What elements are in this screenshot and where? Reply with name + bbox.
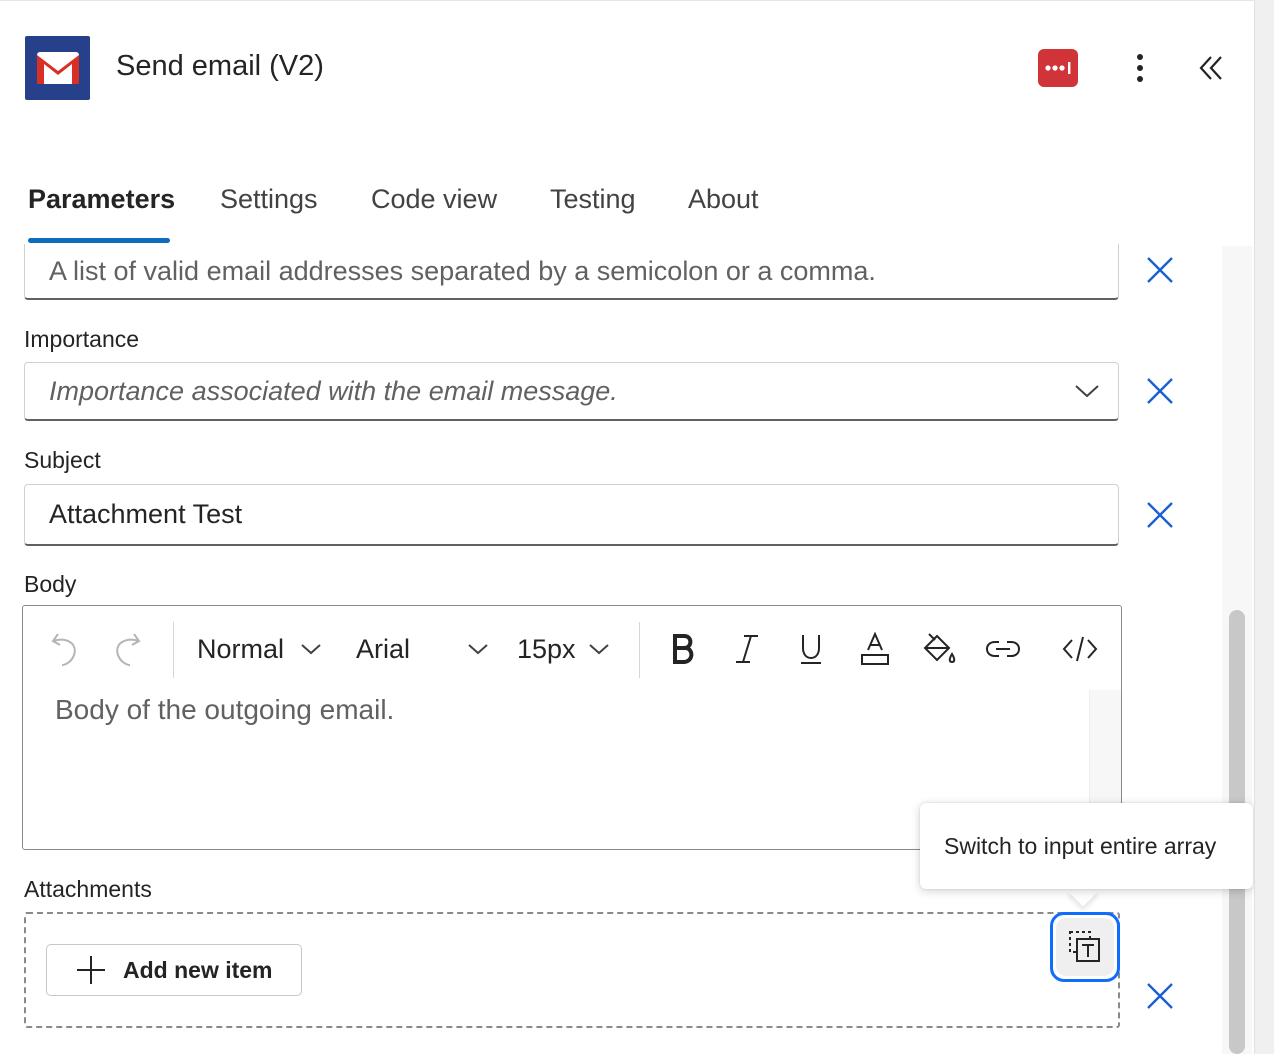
font-color-icon <box>861 632 889 665</box>
double-chevron-left-icon <box>1199 56 1222 80</box>
top-divider <box>0 0 1254 1</box>
insert-link-button[interactable] <box>983 628 1023 670</box>
attachments-label: Attachments <box>24 876 152 902</box>
close-icon <box>1147 502 1173 528</box>
link-icon <box>985 641 1021 657</box>
font-size-select[interactable]: 15px <box>517 628 617 670</box>
tab-parameters[interactable]: Parameters <box>28 184 175 215</box>
tab-code-view[interactable]: Code view <box>371 184 497 215</box>
tab-settings[interactable]: Settings <box>220 184 318 215</box>
underline-button[interactable] <box>793 628 829 670</box>
close-icon <box>1147 257 1173 283</box>
collapse-panel-button[interactable] <box>1192 48 1232 88</box>
connection-status-button[interactable] <box>1038 49 1078 87</box>
body-placeholder: Body of the outgoing email. <box>55 694 395 725</box>
page-title: Send email (V2) <box>116 50 324 82</box>
subject-label: Subject <box>24 447 101 473</box>
subject-input[interactable]: Attachment Test <box>24 484 1119 546</box>
italic-button[interactable] <box>729 628 765 670</box>
bold-button[interactable] <box>665 628 701 670</box>
toolbar-separator <box>173 622 174 678</box>
switch-to-array-button[interactable] <box>1050 912 1120 982</box>
active-tab-indicator <box>28 238 170 243</box>
clear-bcc-button[interactable] <box>1142 252 1178 288</box>
close-icon <box>1147 983 1173 1009</box>
clear-importance-button[interactable] <box>1142 373 1178 409</box>
paragraph-style-select[interactable]: Normal <box>197 628 335 670</box>
window-edge <box>1254 0 1274 1054</box>
font-color-button[interactable] <box>857 628 893 670</box>
add-new-item-label: Add new item <box>123 956 273 983</box>
bcc-input[interactable]: A list of valid email addresses separate… <box>24 244 1119 300</box>
chevron-down-icon <box>468 644 488 655</box>
importance-placeholder: Importance associated with the email mes… <box>49 375 618 406</box>
code-view-button[interactable] <box>1059 628 1101 670</box>
redo-icon <box>116 633 141 666</box>
array-input-icon <box>1069 931 1100 962</box>
chevron-down-icon <box>588 644 609 655</box>
ellipsis-status-icon <box>1045 62 1071 74</box>
editor-toolbar: Normal Arial 15px <box>23 606 1121 690</box>
font-family-dropdown-toggle[interactable] <box>463 628 493 670</box>
subject-value: Attachment Test <box>49 499 243 529</box>
clear-attachments-button[interactable] <box>1142 978 1178 1014</box>
font-family-value: Arial <box>356 633 411 664</box>
tab-about[interactable]: About <box>688 184 759 215</box>
importance-label: Importance <box>24 326 140 352</box>
body-label: Body <box>24 571 77 597</box>
undo-button[interactable] <box>47 628 83 670</box>
chevron-down-icon <box>1075 385 1099 398</box>
font-size-value: 15px <box>517 633 576 664</box>
tooltip-text: Switch to input entire array <box>944 832 1217 859</box>
paragraph-style-value: Normal <box>197 633 285 664</box>
paint-bucket-icon <box>923 633 956 664</box>
tooltip: Switch to input entire array <box>920 803 1253 889</box>
undo-icon <box>51 633 76 666</box>
gmail-icon <box>25 36 90 100</box>
highlight-color-button[interactable] <box>919 628 959 670</box>
tab-testing[interactable]: Testing <box>550 184 636 215</box>
more-vertical-icon <box>1137 54 1143 82</box>
importance-dropdown[interactable]: Importance associated with the email mes… <box>24 362 1119 421</box>
bcc-placeholder: A list of valid email addresses separate… <box>49 255 876 286</box>
underline-icon <box>801 635 821 664</box>
italic-icon <box>736 635 758 663</box>
switch-button-surface <box>1056 918 1114 976</box>
chevron-down-icon <box>301 644 321 655</box>
add-new-item-button[interactable]: Add new item <box>46 944 302 996</box>
action-panel: Send email (V2) Parameters Settings Code… <box>0 0 1254 1054</box>
close-icon <box>1147 378 1173 404</box>
plus-icon <box>77 956 105 984</box>
bold-icon <box>673 634 694 664</box>
more-options-button[interactable] <box>1122 48 1158 88</box>
code-icon <box>1062 636 1098 662</box>
redo-button[interactable] <box>109 628 145 670</box>
toolbar-separator <box>639 622 640 678</box>
clear-subject-button[interactable] <box>1142 497 1178 533</box>
